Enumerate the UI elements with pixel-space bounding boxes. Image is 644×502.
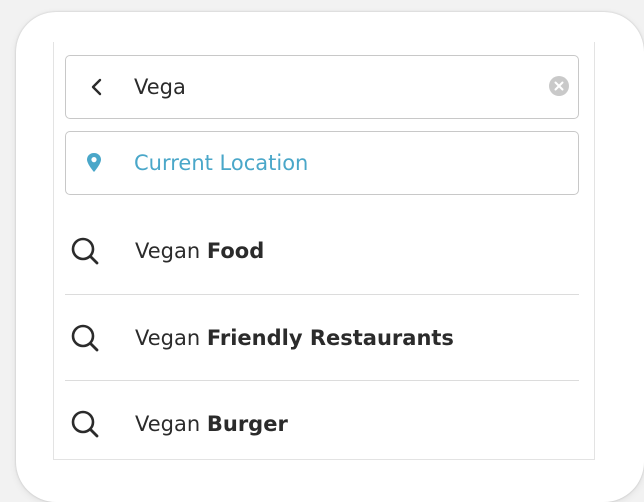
search-icon [70, 409, 100, 439]
search-icon [70, 236, 100, 266]
search-card: Vega Current Location Vegan Food Vegan F… [16, 12, 644, 502]
suggestion-item[interactable]: Vegan Burger [65, 381, 579, 467]
suggestion-item[interactable]: Vegan Food [65, 208, 579, 294]
search-icon [70, 323, 100, 353]
suggestion-label: Vegan Food [135, 239, 265, 263]
search-input[interactable]: Vega [65, 55, 579, 119]
map-pin-icon [86, 152, 102, 174]
search-query[interactable]: Vega [134, 74, 186, 100]
current-location-label: Current Location [134, 151, 309, 175]
current-location-button[interactable]: Current Location [65, 131, 579, 195]
suggestion-label: Vegan Burger [135, 412, 288, 436]
suggestion-label: Vegan Friendly Restaurants [135, 326, 454, 350]
chevron-left-icon[interactable] [88, 78, 106, 96]
clear-circle-icon[interactable] [549, 76, 569, 96]
suggestion-item[interactable]: Vegan Friendly Restaurants [65, 295, 579, 381]
